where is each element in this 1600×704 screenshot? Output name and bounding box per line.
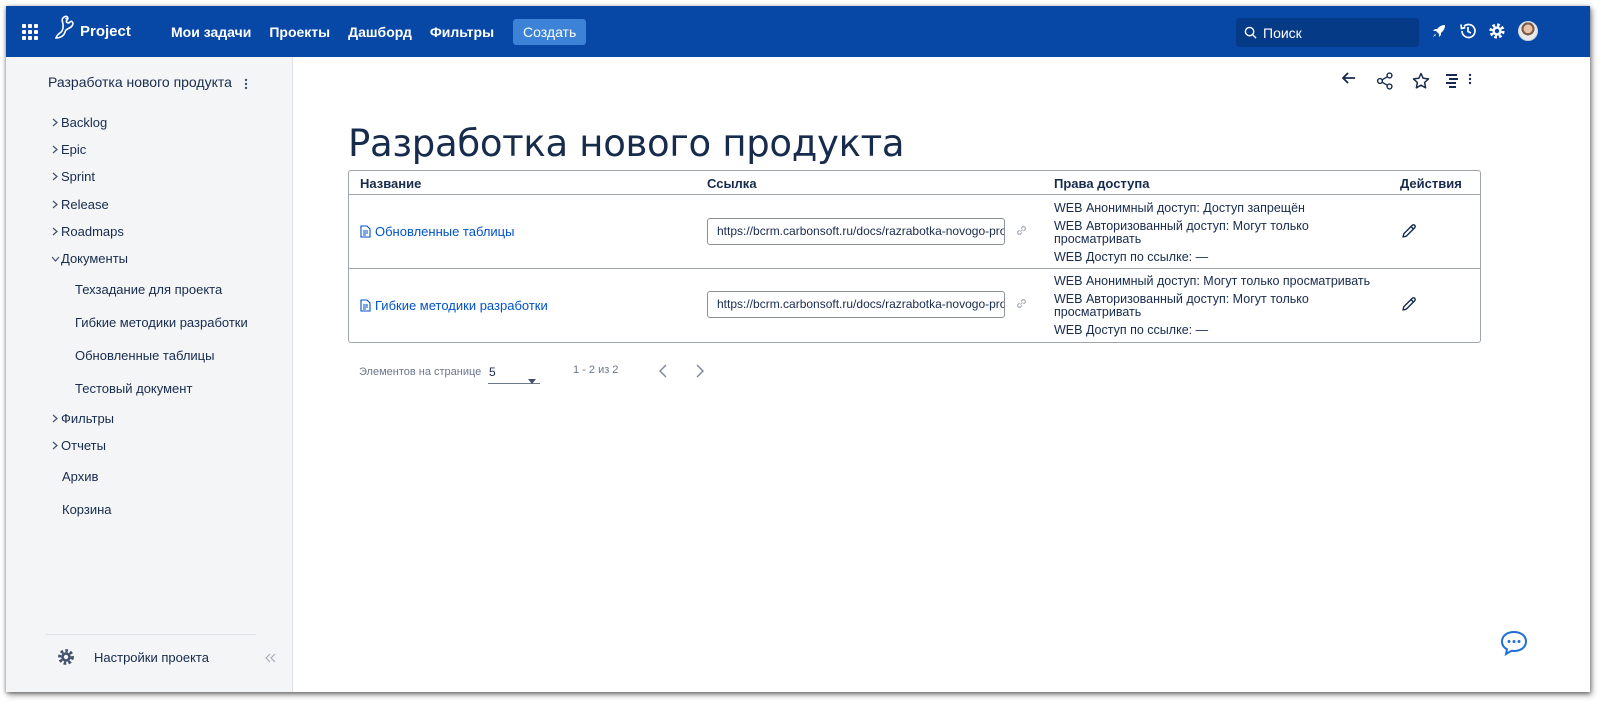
app-window: Project Мои задачи Проекты Дашборд Фильт… — [6, 6, 1590, 692]
history-icon[interactable] — [1457, 20, 1479, 42]
sidebar-item-label: Sprint — [61, 169, 95, 184]
pencil-icon[interactable] — [1401, 223, 1417, 244]
sidebar-doc-test-document[interactable]: Тестовый документ — [75, 381, 192, 396]
per-page-label: Элементов на странице — [359, 366, 482, 378]
more-vertical-icon[interactable] — [1459, 68, 1481, 90]
sidebar-item-label: Release — [61, 197, 109, 212]
search-input[interactable]: Поиск — [1236, 18, 1419, 47]
document-name: Обновленные таблицы — [375, 224, 515, 239]
document-icon — [360, 225, 371, 238]
pagination-range: 1 - 2 из 2 — [573, 364, 619, 376]
chevron-right-icon — [50, 441, 60, 451]
more-vertical-icon[interactable] — [244, 77, 248, 95]
permission-anonymous: WEB Анонимный доступ: Доступ запрещён — [1054, 201, 1305, 215]
sidebar-doc-tech-spec[interactable]: Техзадание для проекта — [75, 282, 222, 297]
nav-dashboard[interactable]: Дашборд — [348, 24, 412, 40]
sidebar-item-label: Документы — [61, 251, 129, 266]
permission-anonymous: WEB Анонимный доступ: Могут только просм… — [1054, 274, 1371, 288]
document-name: Гибкие методики разработки — [375, 298, 548, 313]
top-navigation-bar: Project Мои задачи Проекты Дашборд Фильт… — [6, 6, 1590, 57]
sidebar-project-title: Разработка нового продукта — [48, 74, 232, 90]
document-link[interactable]: Обновленные таблицы — [360, 224, 514, 239]
permission-by-link: WEB Доступ по ссылке: — — [1054, 323, 1209, 337]
per-page-value: 5 — [489, 365, 496, 379]
nav-filters[interactable]: Фильтры — [430, 24, 494, 40]
sidebar-doc-updated-tables[interactable]: Обновленные таблицы — [75, 348, 214, 363]
gear-icon[interactable] — [1486, 20, 1508, 42]
row-divider — [349, 268, 1480, 269]
share-icon[interactable] — [1374, 70, 1396, 92]
back-arrow-icon[interactable] — [1338, 67, 1360, 89]
apps-grid-icon[interactable] — [22, 24, 38, 40]
permission-authorized: WEB Авторизованный доступ: Могут только … — [1054, 219, 1309, 246]
project-sidebar: Разработка нового продукта Backlog Epic … — [6, 57, 293, 692]
chevron-right-icon — [50, 172, 60, 182]
sidebar-item-roadmaps[interactable]: Roadmaps — [50, 224, 124, 239]
sidebar-item-documents[interactable]: Документы — [50, 251, 128, 266]
sidebar-item-reports[interactable]: Отчеты — [50, 438, 106, 453]
nav-my-tasks[interactable]: Мои задачи — [171, 24, 251, 40]
link-icon[interactable] — [1015, 224, 1028, 242]
caret-down-icon — [528, 371, 536, 389]
star-icon[interactable] — [1410, 70, 1432, 92]
nav-projects[interactable]: Проекты — [269, 24, 330, 40]
sidebar-item-epic[interactable]: Epic — [50, 142, 86, 157]
app-logo[interactable]: Project — [52, 14, 131, 42]
permission-authorized: WEB Авторизованный доступ: Могут только … — [1054, 292, 1309, 319]
avatar[interactable] — [1518, 21, 1538, 41]
chevron-left-icon[interactable] — [659, 364, 667, 383]
header-divider — [349, 194, 1480, 195]
rocket-icon[interactable] — [1428, 20, 1450, 42]
sidebar-item-label: Фильтры — [61, 411, 115, 426]
per-page-select[interactable]: 5 — [488, 362, 540, 384]
sidebar-item-trash[interactable]: Корзина — [62, 502, 112, 517]
chevron-down-icon — [50, 254, 60, 264]
document-url-field[interactable]: https://bcrm.carbonsoft.ru/docs/razrabot… — [707, 218, 1005, 245]
sidebar-item-filters[interactable]: Фильтры — [50, 411, 114, 426]
chevron-right-icon — [50, 145, 60, 155]
search-placeholder: Поиск — [1263, 24, 1302, 41]
column-header-link: Ссылка — [707, 176, 757, 191]
logo-icon — [54, 15, 74, 39]
permission-by-link: WEB Доступ по ссылке: — — [1054, 250, 1209, 264]
project-settings-button[interactable]: Настройки проекта — [56, 647, 209, 667]
chevron-right-icon — [50, 414, 60, 424]
gear-icon — [58, 649, 74, 665]
column-header-permissions: Права доступа — [1054, 176, 1150, 191]
page-title: Разработка нового продукта — [348, 122, 905, 165]
collapse-sidebar-icon[interactable] — [265, 650, 277, 668]
chevron-right-icon — [50, 227, 60, 237]
document-link[interactable]: Гибкие методики разработки — [360, 298, 548, 313]
sidebar-item-archive[interactable]: Архив — [62, 469, 98, 484]
sidebar-doc-agile-methods[interactable]: Гибкие методики разработки — [75, 315, 248, 330]
app-name: Project — [80, 22, 131, 40]
chevron-right-icon — [50, 118, 60, 128]
create-button[interactable]: Создать — [513, 18, 587, 45]
document-icon — [360, 299, 371, 312]
pencil-icon[interactable] — [1401, 296, 1417, 317]
chevron-right-icon[interactable] — [696, 364, 704, 383]
sidebar-item-release[interactable]: Release — [50, 197, 109, 212]
sidebar-item-label: Backlog — [61, 115, 108, 130]
document-url-field[interactable]: https://bcrm.carbonsoft.ru/docs/razrabot… — [707, 291, 1005, 318]
column-header-actions: Действия — [1400, 176, 1462, 191]
documents-table: Название Ссылка Права доступа Действия О… — [348, 170, 1481, 343]
sidebar-item-label: Epic — [61, 142, 87, 157]
main-nav: Мои задачи Проекты Дашборд Фильтры Созда… — [171, 6, 587, 57]
chevron-right-icon — [50, 200, 60, 210]
chat-icon[interactable] — [1500, 630, 1528, 661]
column-header-name: Название — [360, 176, 422, 191]
sidebar-item-label: Roadmaps — [61, 224, 124, 239]
sidebar-divider — [46, 634, 256, 635]
sidebar-item-sprint[interactable]: Sprint — [50, 169, 95, 184]
search-icon — [1244, 26, 1257, 39]
sidebar-item-backlog[interactable]: Backlog — [50, 115, 107, 130]
link-icon[interactable] — [1015, 297, 1028, 315]
settings-label: Настройки проекта — [94, 649, 209, 665]
sidebar-item-label: Отчеты — [61, 438, 106, 453]
